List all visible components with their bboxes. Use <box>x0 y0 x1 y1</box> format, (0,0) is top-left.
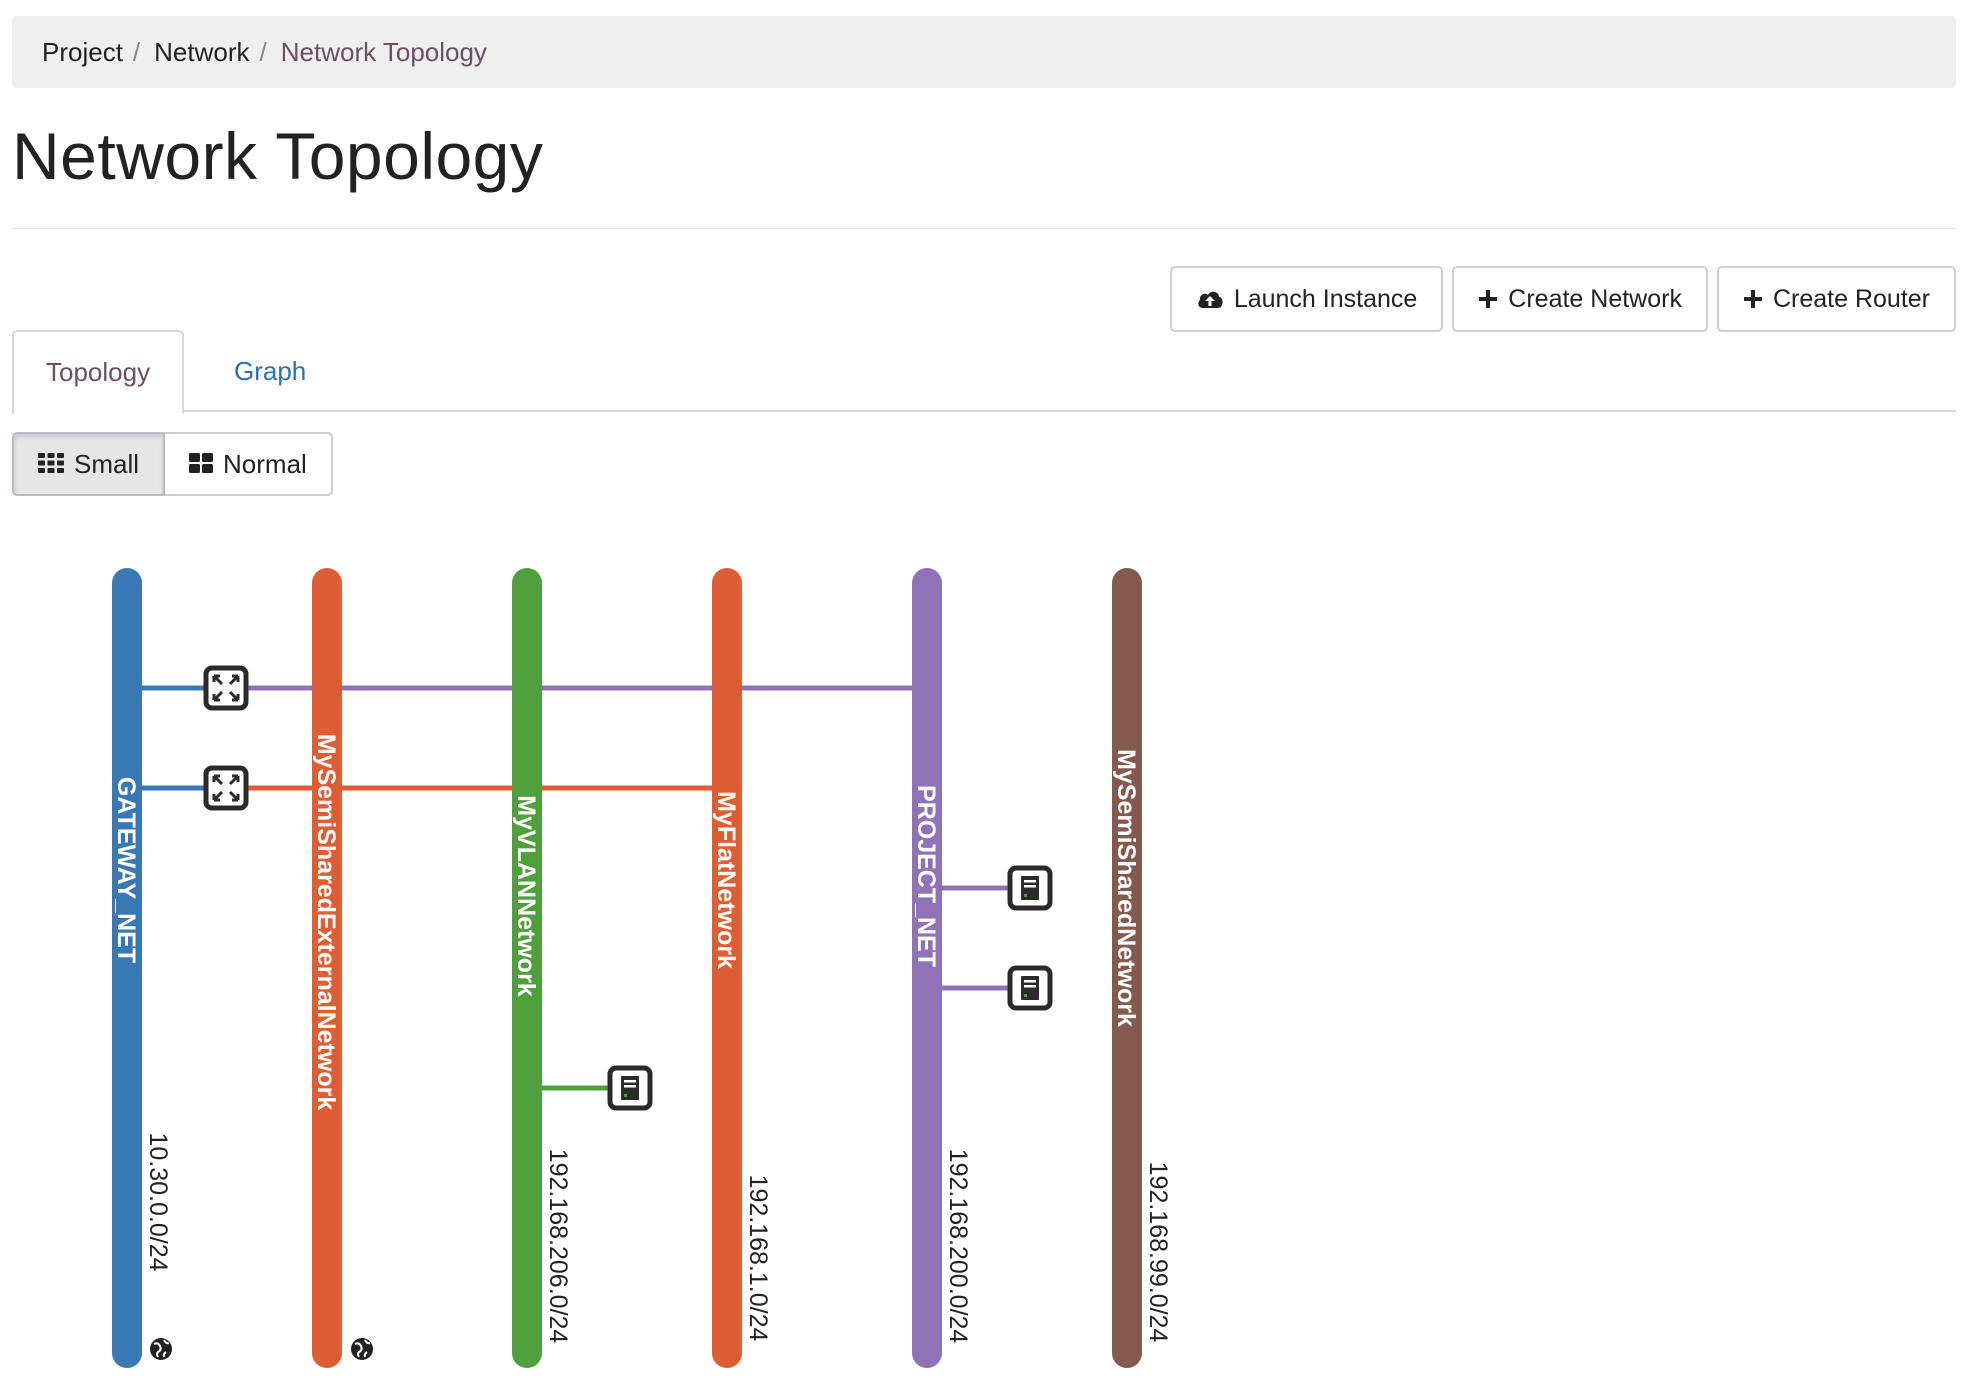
create-network-button[interactable]: Create Network <box>1452 266 1708 332</box>
network-bar[interactable] <box>112 568 142 1368</box>
network-topology-canvas: GATEWAY_NET 10.30.0.0/24 MySemiSharedExt… <box>112 568 1172 1368</box>
network-label: MySemiSharedExternalNetwork <box>312 734 340 1111</box>
view-tabs: Topology Graph <box>12 330 1956 414</box>
plus-icon <box>1478 289 1498 309</box>
cloud-upload-icon <box>1196 288 1224 310</box>
create-router-label: Create Router <box>1772 284 1930 313</box>
network-cidr: 192.168.200.0/24 <box>944 1149 972 1344</box>
grid-large-icon <box>189 449 214 480</box>
network-cidr: 192.168.99.0/24 <box>1144 1162 1172 1343</box>
create-router-button[interactable]: Create Router <box>1716 266 1956 332</box>
instance-icon[interactable] <box>607 1065 653 1111</box>
network-cidr: 10.30.0.0/24 <box>144 1132 172 1271</box>
title-divider <box>12 228 1956 229</box>
breadcrumb-current: Network Topology <box>280 36 487 67</box>
normal-view-label: Normal <box>223 448 307 479</box>
launch-instance-button[interactable]: Launch Instance <box>1169 266 1444 332</box>
network-label: MyVLANNetwork <box>512 795 540 997</box>
launch-instance-label: Launch Instance <box>1233 284 1418 313</box>
page-title: Network Topology <box>12 119 544 193</box>
grid-small-icon <box>38 449 64 480</box>
globe-icon <box>351 1338 373 1360</box>
breadcrumb-separator: / <box>259 36 267 67</box>
network-label: PROJECT_NET <box>912 785 940 967</box>
normal-view-button[interactable]: Normal <box>165 432 333 496</box>
network-mysemisharednetwork[interactable]: MySemiSharedNetwork 192.168.99.0/24 <box>1112 568 1172 1368</box>
breadcrumb: Project / Network / Network Topology <box>12 16 1956 88</box>
tab-graph[interactable]: Graph <box>202 330 338 412</box>
small-view-label: Small <box>74 448 140 479</box>
breadcrumb-project[interactable]: Project <box>42 37 123 68</box>
plus-icon <box>1743 289 1763 309</box>
size-toggle: Small Normal <box>12 432 333 496</box>
router-icon[interactable] <box>203 765 249 811</box>
small-view-button[interactable]: Small <box>12 432 166 496</box>
network-project-net[interactable]: PROJECT_NET 192.168.200.0/24 <box>912 568 972 1368</box>
breadcrumb-separator: / <box>132 36 141 67</box>
create-network-label: Create Network <box>1508 284 1682 313</box>
network-label: MyFlatNetwork <box>712 791 740 969</box>
network-cidr: 192.168.1.0/24 <box>744 1175 772 1342</box>
network-label: MySemiSharedNetwork <box>1112 749 1140 1027</box>
network-label: GATEWAY_NET <box>112 777 140 963</box>
instance-icon[interactable] <box>1007 865 1053 911</box>
breadcrumb-network[interactable]: Network <box>154 37 249 68</box>
page-actions: Launch Instance Create Network Create Ro… <box>1169 266 1956 332</box>
network-cidr: 192.168.206.0/24 <box>544 1149 572 1344</box>
instance-icon[interactable] <box>1007 965 1053 1011</box>
globe-icon <box>150 1338 172 1360</box>
router-icon[interactable] <box>203 665 249 711</box>
tab-topology[interactable]: Topology <box>12 330 185 414</box>
network-bar[interactable] <box>912 568 942 1368</box>
